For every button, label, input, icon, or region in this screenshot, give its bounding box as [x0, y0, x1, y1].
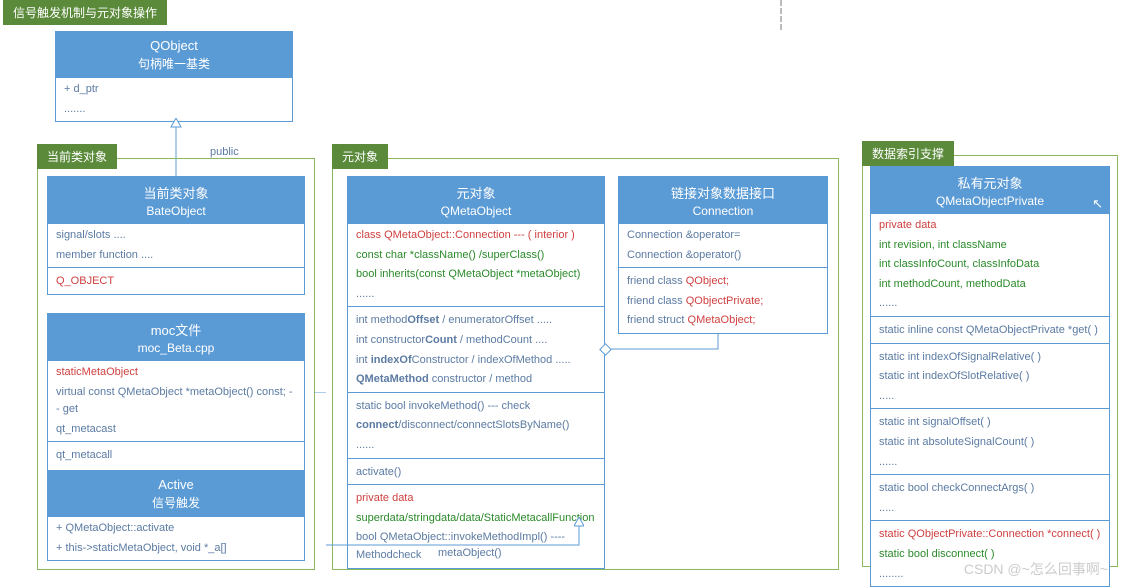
qmeta-item: QMetaMethod constructor / method — [356, 370, 596, 390]
qmetaobject-header: 元对象 QMetaObject — [348, 177, 604, 224]
priv-item: private data — [879, 216, 1101, 236]
qmeta-item: superdata/stringdata/data/StaticMetacall… — [356, 509, 596, 529]
priv-item: static int indexOfSlotRelative( ) — [879, 367, 1101, 387]
qmeta-item: connect/disconnect/connectSlotsByName() — [356, 416, 596, 436]
group-current-tag: 当前类对象 — [37, 144, 117, 169]
priv-item: static QObjectPrivate::Connection *conne… — [879, 525, 1101, 545]
bateobject-header: 当前类对象 BateObject — [48, 177, 304, 224]
conn-item: friend class QObjectPrivate; — [627, 292, 819, 312]
qobject-item: ....... — [64, 100, 284, 120]
active-item: + QMetaObject::activate — [56, 519, 296, 539]
qobject-title: QObject — [60, 38, 288, 53]
qmeta-item: int indexOfConstructor / indexOfMethod .… — [356, 351, 596, 371]
conn-item: Connection &operator= — [627, 226, 819, 246]
moc-item: qt_metacast — [56, 420, 296, 440]
qmeta-item: ...... — [356, 285, 596, 305]
group-meta-tag: 元对象 — [332, 144, 388, 169]
bate-item: Q_OBJECT — [56, 272, 296, 292]
priv-item: int methodCount, methodData — [879, 275, 1101, 295]
vertical-divider — [780, 0, 782, 30]
qobject-box: QObject 句柄唯一基类 + d_ptr ....... — [55, 31, 293, 122]
qmetaprivate-header: 私有元对象 QMetaObjectPrivate ↖ — [871, 167, 1109, 214]
bateobject-title: 当前类对象 — [52, 183, 300, 202]
moc-item: virtual const QMetaObject *metaObject() … — [56, 383, 296, 420]
qmeta-item: activate() — [356, 463, 596, 483]
qmeta-item: const char *className() /superClass() — [356, 246, 596, 266]
connection-subtitle: Connection — [623, 204, 823, 218]
qobject-header: QObject 句柄唯一基类 — [56, 32, 292, 78]
qmetaobject-body: class QMetaObject::Connection --- ( inte… — [348, 224, 604, 568]
connection-header: 链接对象数据接口 Connection — [619, 177, 827, 224]
priv-item: ..... — [879, 387, 1101, 407]
moc-header: moc文件 moc_Beta.cpp — [48, 314, 304, 361]
qmetaobject-title: 元对象 — [352, 183, 600, 202]
moc-item: qt_metacall — [56, 446, 296, 466]
priv-item: int classInfoCount, classInfoData — [879, 255, 1101, 275]
active-header: Active 信号触发 — [48, 471, 304, 517]
qobject-subtitle: 句柄唯一基类 — [60, 55, 288, 72]
metaobject-label: metaObject() — [438, 547, 502, 559]
priv-item: ...... — [879, 453, 1101, 473]
bateobject-subtitle: BateObject — [52, 204, 300, 218]
qmeta-item: private data — [356, 489, 596, 509]
qmeta-item: static bool invokeMethod() --- check — [356, 397, 596, 417]
qmetaobject-box: 元对象 QMetaObject class QMetaObject::Conne… — [347, 176, 605, 569]
cursor-icon: ↖ — [1092, 196, 1103, 212]
moc-subtitle: moc_Beta.cpp — [52, 341, 300, 355]
active-item: + this->staticMetaObject, void *_a[] — [56, 539, 296, 559]
priv-item: static int absoluteSignalCount( ) — [879, 433, 1101, 453]
priv-item: ...... — [879, 294, 1101, 314]
connection-body: Connection &operator= Connection &operat… — [619, 224, 827, 333]
qmetaobject-subtitle: QMetaObject — [352, 204, 600, 218]
qmeta-item: bool inherits(const QMetaObject *metaObj… — [356, 265, 596, 285]
moc-item: staticMetaObject — [56, 363, 296, 383]
moc-box: moc文件 moc_Beta.cpp staticMetaObject virt… — [47, 313, 305, 489]
qmeta-item: ...... — [356, 436, 596, 456]
qmeta-item: int constructorCount / methodCount .... — [356, 331, 596, 351]
active-title: Active — [52, 477, 300, 492]
qmeta-item: class QMetaObject::Connection --- ( inte… — [356, 226, 596, 246]
bate-item: member function .... — [56, 246, 296, 266]
active-body: + QMetaObject::activate + this->staticMe… — [48, 517, 304, 560]
qmetaprivate-body: private data int revision, int className… — [871, 214, 1109, 586]
priv-item: static bool checkConnectArgs( ) — [879, 479, 1101, 499]
bateobject-box: 当前类对象 BateObject signal/slots .... membe… — [47, 176, 305, 295]
priv-item: ..... — [879, 499, 1101, 519]
priv-item: static int signalOffset( ) — [879, 413, 1101, 433]
bateobject-body: signal/slots .... member function .... Q… — [48, 224, 304, 294]
conn-item: Connection &operator() — [627, 246, 819, 266]
conn-item: friend struct QMetaObject; — [627, 311, 819, 331]
connection-box: 链接对象数据接口 Connection Connection &operator… — [618, 176, 828, 334]
main-title-tag: 信号触发机制与元对象操作 — [3, 0, 167, 25]
group-idx-tag: 数据索引支撑 — [862, 141, 954, 166]
moc-body: staticMetaObject virtual const QMetaObje… — [48, 361, 304, 488]
qobject-item: + d_ptr — [64, 80, 284, 100]
conn-item: friend class QObject; — [627, 272, 819, 292]
public-label: public — [210, 146, 239, 158]
qobject-body: + d_ptr ....... — [56, 78, 292, 121]
active-subtitle: 信号触发 — [52, 494, 300, 511]
active-box: Active 信号触发 + QMetaObject::activate + th… — [47, 470, 305, 561]
bate-item: signal/slots .... — [56, 226, 296, 246]
priv-item: static int indexOfSignalRelative( ) — [879, 348, 1101, 368]
watermark: CSDN @~怎么回事啊~ — [964, 559, 1108, 579]
connection-title: 链接对象数据接口 — [623, 183, 823, 202]
qmetaprivate-title: 私有元对象 — [875, 173, 1105, 192]
qmeta-item: int methodOffset / enumeratorOffset ....… — [356, 311, 596, 331]
moc-title: moc文件 — [52, 320, 300, 339]
priv-item: static inline const QMetaObjectPrivate *… — [879, 321, 1101, 341]
qmetaprivate-subtitle: QMetaObjectPrivate — [875, 194, 1105, 208]
priv-item: int revision, int className — [879, 236, 1101, 256]
qmetaprivate-box: 私有元对象 QMetaObjectPrivate ↖ private data … — [870, 166, 1110, 587]
